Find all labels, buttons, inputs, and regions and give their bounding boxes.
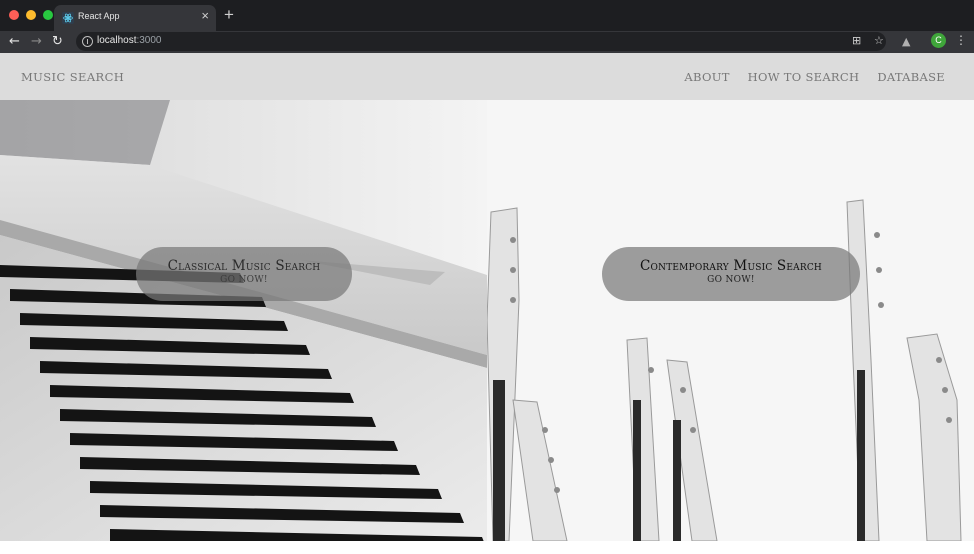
browser-toolbar: ← → ↻ localhost:3000 ⊞ ☆ ▲ C ⋮ (0, 31, 974, 53)
close-window-button[interactable] (9, 10, 19, 20)
maximize-window-button[interactable] (43, 10, 53, 20)
site-brand[interactable]: MUSIC SEARCH (21, 70, 124, 84)
url-text: localhost:3000 (97, 35, 162, 46)
nav-how-to-search-link[interactable]: HOW TO SEARCH (748, 70, 860, 84)
guitar-illustration (487, 100, 974, 541)
minimize-window-button[interactable] (26, 10, 36, 20)
translate-icon[interactable]: ⊞ (852, 34, 861, 48)
close-tab-icon[interactable]: × (201, 8, 209, 24)
window-controls (9, 10, 53, 20)
nav-database-link[interactable]: DATABASE (877, 70, 945, 84)
browser-tab[interactable]: React App × (54, 5, 216, 31)
extension-icon[interactable]: ▲ (902, 35, 910, 49)
site-nav: ABOUT HOW TO SEARCH DATABASE (684, 70, 945, 84)
new-tab-button[interactable]: + (224, 6, 234, 24)
info-icon[interactable] (82, 36, 93, 47)
star-icon[interactable]: ☆ (874, 34, 884, 48)
forward-icon[interactable]: → (31, 33, 42, 50)
reload-icon[interactable]: ↻ (52, 33, 63, 50)
profile-avatar[interactable]: C (931, 33, 946, 48)
browser-titlebar: React App × + (0, 0, 974, 31)
nav-about-link[interactable]: ABOUT (684, 70, 729, 84)
back-icon[interactable]: ← (9, 33, 20, 50)
classical-go-now: GO NOW! (220, 275, 268, 285)
piano-illustration (0, 100, 487, 541)
contemporary-search-button[interactable]: Contemporary Music Search GO NOW! (602, 247, 860, 301)
piano-keys-photo (0, 100, 487, 541)
tab-title: React App (78, 11, 120, 21)
page-content: MUSIC SEARCH ABOUT HOW TO SEARCH DATABAS… (0, 53, 974, 554)
menu-icon[interactable]: ⋮ (955, 33, 967, 48)
classical-search-title: Classical Music Search (167, 258, 321, 274)
contemporary-go-now: GO NOW! (707, 275, 755, 285)
react-icon (62, 12, 74, 24)
guitar-necks-photo (487, 100, 974, 541)
page-bottom-strip (0, 541, 974, 554)
site-header: MUSIC SEARCH ABOUT HOW TO SEARCH DATABAS… (0, 53, 974, 100)
contemporary-search-title: Contemporary Music Search (640, 258, 822, 274)
classical-search-button[interactable]: Classical Music Search GO NOW! (136, 247, 352, 301)
address-bar[interactable]: localhost:3000 ⊞ ☆ (76, 32, 886, 51)
